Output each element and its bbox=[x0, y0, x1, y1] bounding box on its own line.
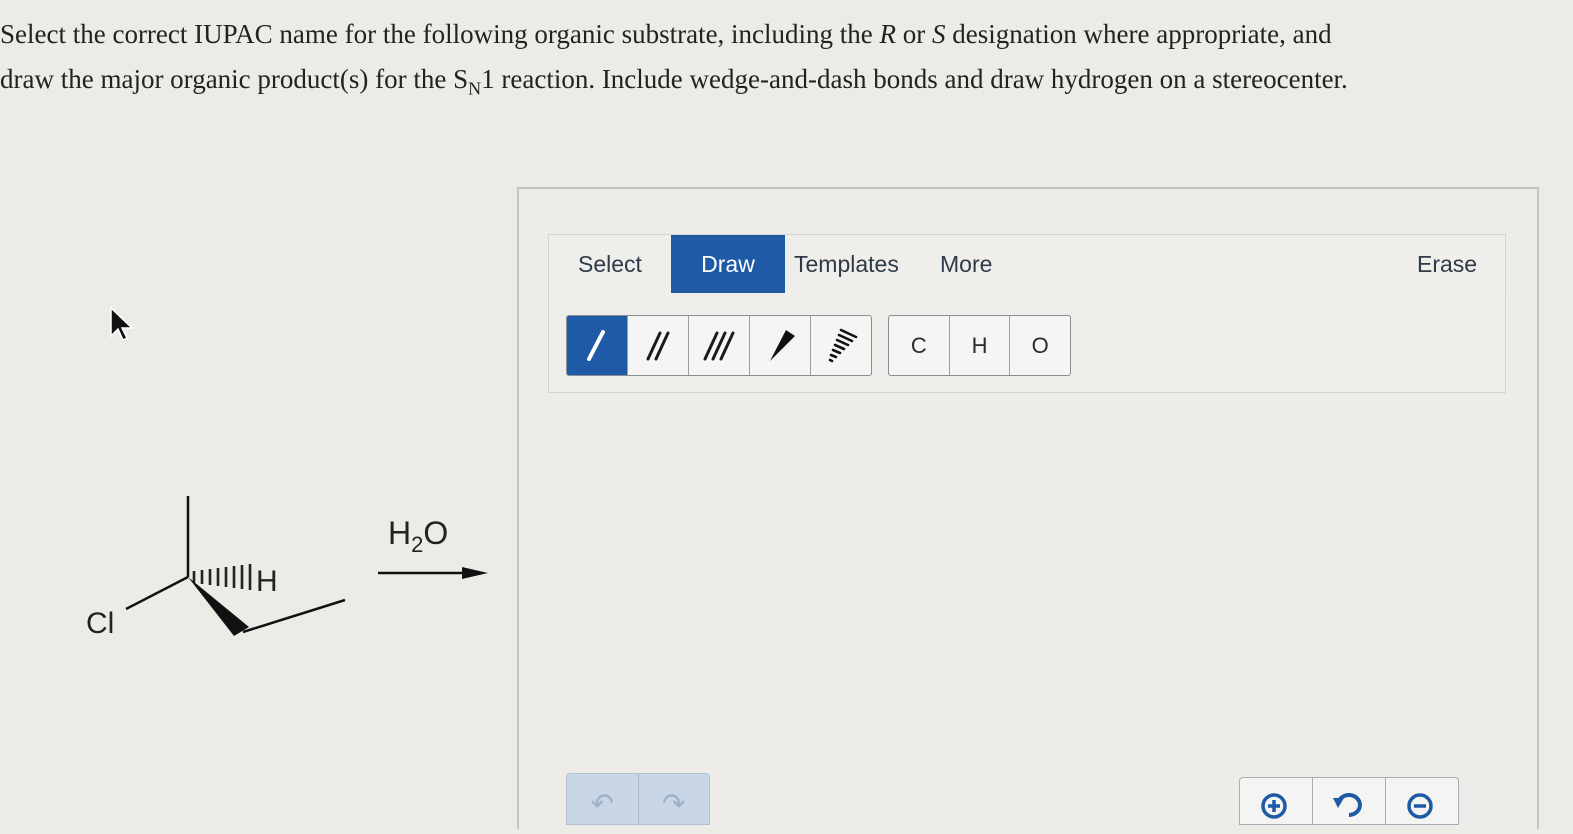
wedge-bond-icon bbox=[770, 330, 795, 361]
dash-bond-button[interactable] bbox=[811, 316, 871, 375]
mouse-cursor-icon bbox=[110, 306, 134, 342]
atom-carbon-button[interactable]: C bbox=[889, 316, 950, 375]
tab-more[interactable]: More bbox=[940, 235, 992, 293]
reset-view-button[interactable] bbox=[1313, 778, 1386, 824]
triple-bond-icon bbox=[703, 331, 735, 361]
chlorine-label: Cl bbox=[86, 607, 114, 640]
reset-icon bbox=[1333, 793, 1362, 817]
question-text-segment: designation where appropriate, and bbox=[945, 19, 1332, 49]
question-text-segment: Select the correct IUPAC name for the fo… bbox=[0, 19, 880, 49]
wedge-bond-button[interactable] bbox=[750, 316, 811, 375]
s-designation: S bbox=[932, 19, 946, 49]
atom-tool-group: C H O bbox=[888, 315, 1071, 376]
zoom-out-icon bbox=[1407, 793, 1433, 819]
question-text-segment: 1 reaction. Include wedge-and-dash bonds… bbox=[481, 64, 1348, 94]
question-line-2: draw the major organic product(s) for th… bbox=[0, 57, 1530, 111]
ethyl-bond bbox=[242, 598, 346, 634]
r-designation: R bbox=[879, 19, 897, 49]
reaction-scheme: Cl H H2O bbox=[86, 496, 488, 640]
redo-icon: ↷ bbox=[662, 788, 686, 819]
dash-bond-icon bbox=[828, 328, 858, 363]
hydrogen-label: H bbox=[256, 565, 278, 598]
sn1-subscript: N bbox=[468, 78, 482, 99]
single-bond-icon bbox=[587, 330, 605, 361]
c-cl-bond bbox=[125, 575, 189, 611]
question-text: Select the correct IUPAC name for the fo… bbox=[0, 12, 1530, 111]
zoom-in-button[interactable] bbox=[1240, 778, 1313, 824]
single-bond-button[interactable] bbox=[567, 316, 628, 375]
hashed-bond-to-h bbox=[192, 564, 252, 590]
tab-select[interactable]: Select bbox=[578, 235, 642, 293]
tab-templates[interactable]: Templates bbox=[794, 235, 899, 293]
editor-toolbar: Select Draw Templates More Erase bbox=[548, 234, 1506, 298]
reaction-arrow bbox=[378, 567, 488, 579]
tab-draw[interactable]: Draw bbox=[671, 235, 785, 293]
double-bond-button[interactable] bbox=[628, 316, 689, 375]
redo-button[interactable]: ↷ bbox=[639, 774, 710, 824]
triple-bond-button[interactable] bbox=[689, 316, 750, 375]
atom-hydrogen-button[interactable]: H bbox=[950, 316, 1011, 375]
undo-icon: ↶ bbox=[590, 788, 614, 819]
question-line-1: Select the correct IUPAC name for the fo… bbox=[0, 12, 1530, 57]
history-controls: ↶ ↷ bbox=[566, 773, 710, 825]
question-text-segment: or bbox=[896, 19, 933, 49]
question-text-segment: draw the major organic product(s) for th… bbox=[0, 64, 469, 94]
reagent-label: H2O bbox=[388, 515, 448, 557]
double-bond-icon bbox=[646, 331, 670, 361]
atom-oxygen-button[interactable]: O bbox=[1010, 316, 1070, 375]
undo-button[interactable]: ↶ bbox=[567, 774, 639, 824]
zoom-out-button[interactable] bbox=[1386, 778, 1458, 824]
erase-button[interactable]: Erase bbox=[1417, 235, 1477, 293]
zoom-in-icon bbox=[1261, 793, 1287, 819]
bond-tool-group bbox=[566, 315, 872, 376]
